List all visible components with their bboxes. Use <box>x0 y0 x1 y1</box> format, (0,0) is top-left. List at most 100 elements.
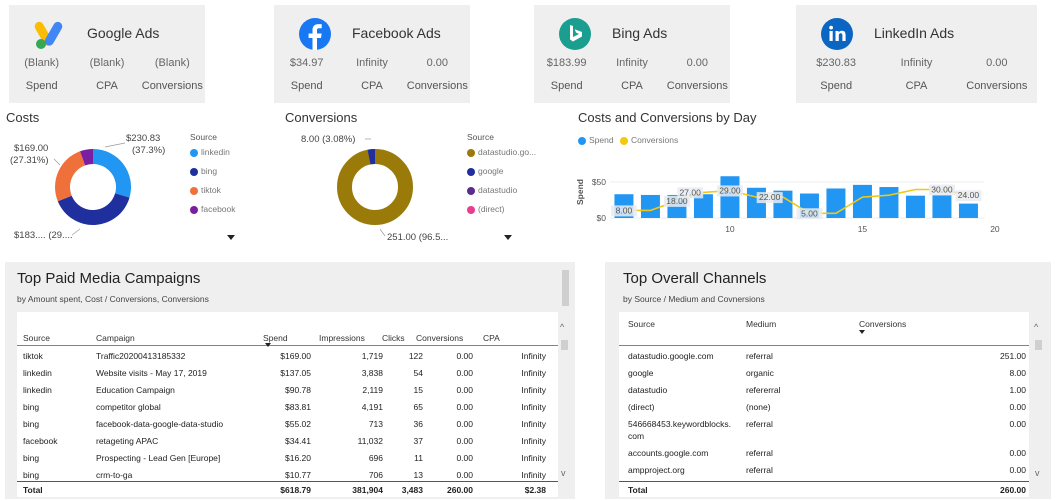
cell-conversions: 0.00 <box>456 419 473 429</box>
column-header-medium[interactable]: Medium <box>746 319 776 329</box>
cell-conversions: 0.00 <box>1009 448 1026 458</box>
total-label: Total <box>23 485 43 495</box>
donut-slice-linkedin <box>93 149 132 198</box>
legend-item-datastudio[interactable]: datastudio <box>467 181 536 200</box>
sort-desc-icon[interactable] <box>265 343 271 347</box>
spend-label: Spend <box>550 80 583 92</box>
column-header-clicks[interactable]: Clicks <box>382 333 405 343</box>
legend-item-bing[interactable]: bing <box>190 162 236 181</box>
campaigns-table: Source Campaign Spend Impressions Clicks… <box>17 312 558 497</box>
table-row[interactable]: bing Prospecting - Lead Gen [Europe] $16.2… <box>17 450 558 467</box>
conversions-label: Conversions <box>966 80 1028 92</box>
cell-spend: $34.41 <box>285 436 311 446</box>
panel-scrollbar[interactable] <box>561 270 571 310</box>
cell-conversions: 251.00 <box>1000 351 1026 361</box>
conversions-label: Conversions <box>406 80 468 92</box>
legend-item-spend[interactable]: Spend <box>578 135 614 145</box>
cell-conversions: 8.00 <box>1009 368 1026 378</box>
cell-campaign: Education Campaign <box>96 385 175 395</box>
legend-item-facebook[interactable]: facebook <box>190 200 236 219</box>
legend-scroll-down-icon[interactable] <box>504 235 512 240</box>
sort-desc-icon[interactable] <box>859 330 865 334</box>
linkedin-ads-card: LinkedIn Ads $230.83 Infinity 0.00 Spend CP… <box>796 5 1037 103</box>
total-row: Total 260.00 <box>619 481 1029 497</box>
label-tiktok-pct: (27.31%) <box>10 155 49 166</box>
column-header-campaign[interactable]: Campaign <box>96 333 135 343</box>
cell-clicks: 11 <box>414 453 423 463</box>
label-tiktok-value: $169.00 <box>14 143 48 154</box>
spend-bar <box>640 194 660 218</box>
cpa-value: Infinity <box>616 57 648 69</box>
legend-item-datastudio-google[interactable]: datastudio.go... <box>467 143 536 162</box>
table-row[interactable]: accounts.google.com referral 0.00 <box>619 445 1029 462</box>
donut-slice-datastudio-google <box>337 149 413 225</box>
cell-campaign: Website visits - May 17, 2019 <box>96 368 207 378</box>
total-row: Total $618.79 381,904 3,483 260.00 $2.38 <box>17 481 558 497</box>
channels-subtitle: by Source / Medium and Covnersions <box>623 294 765 304</box>
cpa-value: Infinity <box>356 57 388 69</box>
conversions-label: Conversions <box>666 80 728 92</box>
label-linkedin-pct: (37.3%) <box>132 145 165 156</box>
legend-item-tiktok[interactable]: tiktok <box>190 181 236 200</box>
legend-item-linkedin[interactable]: linkedin <box>190 143 236 162</box>
table-scrollbar[interactable]: ^ v <box>1034 322 1044 492</box>
legend-item-google[interactable]: google <box>467 162 536 181</box>
x-tick-label: 20 <box>990 224 1000 234</box>
scroll-up-icon[interactable]: ^ <box>560 322 564 332</box>
cell-source: (direct) <box>628 402 655 412</box>
costs-conversions-by-day-chart[interactable]: Spend $50$08.0018.0027.00 29.0022.005.003… <box>572 150 1012 240</box>
cell-conversions: 1.00 <box>1009 385 1026 395</box>
campaigns-panel: Top Paid Media Campaigns by Amount spent… <box>5 262 575 499</box>
table-row[interactable]: google organic 8.00 <box>619 365 1029 382</box>
total-spend: $618.79 <box>280 485 311 495</box>
legend-item-direct[interactable]: (direct) <box>467 200 536 219</box>
card-title: LinkedIn Ads <box>874 25 955 41</box>
cell-campaign: competitor global <box>96 402 161 412</box>
scroll-down-icon[interactable]: v <box>1035 468 1040 478</box>
column-header-source[interactable]: Source <box>23 333 50 343</box>
column-header-cpa[interactable]: CPA <box>483 333 500 343</box>
table-row[interactable]: ampproject.org referral 0.00 <box>619 462 1029 479</box>
table-row[interactable]: com <box>619 428 1029 445</box>
cell-cpa: Infinity <box>521 419 546 429</box>
column-header-conversions[interactable]: Conversions <box>859 319 906 329</box>
column-header-conversions[interactable]: Conversions <box>416 333 463 343</box>
data-label: 24.00 <box>958 190 980 200</box>
column-header-source[interactable]: Source <box>628 319 655 329</box>
cell-impressions: 2,119 <box>362 385 383 395</box>
cell-source: accounts.google.com <box>628 448 709 458</box>
total-clicks: 3,483 <box>401 485 423 495</box>
table-row[interactable]: datastudio refererral 1.00 <box>619 382 1029 399</box>
label-linkedin-value: $230.83 <box>126 133 160 144</box>
scroll-down-icon[interactable]: v <box>561 468 566 478</box>
table-row[interactable]: bing competitor global $83.81 4,191 65 0.00 In… <box>17 399 558 416</box>
table-row[interactable]: bing facebook-data-google-data-studio $55.… <box>17 416 558 433</box>
table-scrollbar[interactable]: ^ v <box>560 322 570 492</box>
table-row[interactable]: linkedin Website visits - May 17, 2019 $13… <box>17 365 558 382</box>
linkedin-icon <box>821 18 853 50</box>
table-row[interactable]: facebook retageting APAC $34.41 11,032 37 0.0… <box>17 433 558 450</box>
cpa-label: CPA <box>96 80 118 92</box>
table-row[interactable]: datastudio.google.com referral 251.00 <box>619 348 1029 365</box>
legend-title: Source <box>467 132 494 142</box>
legend-item-conversions[interactable]: Conversions <box>619 135 678 145</box>
table-row[interactable]: linkedin Education Campaign $90.78 2,119 15 0… <box>17 382 558 399</box>
scroll-up-icon[interactable]: ^ <box>1034 322 1038 332</box>
data-label: 5.00 <box>801 208 818 218</box>
cell-impressions: 706 <box>368 470 383 480</box>
spend-bar <box>720 176 740 218</box>
legend-scroll-down-icon[interactable] <box>227 235 235 240</box>
cell-cpa: Infinity <box>521 402 546 412</box>
column-header-impressions[interactable]: Impressions <box>319 333 365 343</box>
cpa-value: (Blank) <box>89 57 125 69</box>
cell-clicks: 54 <box>413 368 423 378</box>
cell-conversions: 0.00 <box>456 453 473 463</box>
cell-source: com <box>628 431 645 441</box>
column-header-spend[interactable]: Spend <box>263 333 288 343</box>
cell-source: bing <box>23 453 40 463</box>
conversions-label: Conversions <box>141 80 203 92</box>
cell-clicks: 65 <box>413 402 423 412</box>
table-row[interactable]: (direct) (none) 0.00 <box>619 399 1029 416</box>
cell-clicks: 13 <box>413 470 423 480</box>
table-row[interactable]: tiktok Traffic20200413185332 $169.00 1,719 1… <box>17 348 558 365</box>
